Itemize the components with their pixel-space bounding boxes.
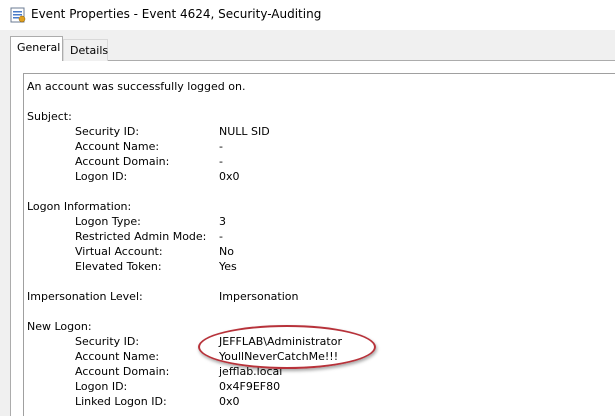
elevated-token-label: Elevated Token: [75, 260, 162, 273]
subject-heading: Subject: [27, 110, 72, 123]
logon-type-value: 3 [219, 215, 226, 228]
linked-logon-id-value: 0x0 [219, 395, 240, 408]
subject-account-name-label: Account Name: [75, 140, 160, 153]
impersonation-level-label: Impersonation Level: [27, 290, 143, 303]
new-logon-account-domain-label: Account Domain: [75, 365, 170, 378]
new-logon-account-name-label: Account Name: [75, 350, 160, 363]
new-logon-heading: New Logon: [27, 320, 92, 333]
linked-logon-id-label: Linked Logon ID: [75, 395, 167, 408]
virtual-account-value: No [219, 245, 234, 258]
subject-account-domain-value: - [219, 155, 223, 168]
logon-type-label: Logon Type: [75, 215, 141, 228]
new-logon-security-id-value: JEFFLAB\Administrator [219, 335, 342, 348]
subject-security-id-label: Security ID: [75, 125, 140, 138]
elevated-token-value: Yes [219, 260, 237, 273]
logon-information-heading: Logon Information: [27, 200, 132, 213]
event-summary: An account was successfully logged on. [27, 80, 246, 93]
new-logon-logon-id-label: Logon ID: [75, 380, 128, 393]
subject-account-domain-label: Account Domain: [75, 155, 170, 168]
virtual-account-label: Virtual Account: [75, 245, 163, 258]
tab-general-label: General [17, 41, 61, 54]
tab-details[interactable]: Details [63, 39, 108, 61]
tab-details-label: Details [70, 44, 109, 57]
restricted-admin-value: - [219, 230, 223, 243]
subject-security-id-value: NULL SID [219, 125, 270, 138]
new-logon-logon-id-value: 0x4F9EF80 [219, 380, 281, 393]
new-logon-account-domain-value: jefflab.local [219, 365, 283, 378]
new-logon-security-id-label: Security ID: [75, 335, 140, 348]
subject-account-name-value: - [219, 140, 223, 153]
tab-general[interactable]: General [10, 36, 63, 61]
title-bar: Event Properties - Event 4624, Security-… [0, 0, 615, 30]
subject-logon-id-label: Logon ID: [75, 170, 128, 183]
restricted-admin-label: Restricted Admin Mode: [75, 230, 207, 243]
event-viewer-icon [10, 7, 26, 23]
window-title: Event Properties - Event 4624, Security-… [31, 7, 322, 21]
subject-logon-id-value: 0x0 [219, 170, 240, 183]
impersonation-level-value: Impersonation [219, 290, 299, 303]
new-logon-account-name-value: YoullNeverCatchMe!!! [219, 350, 339, 363]
